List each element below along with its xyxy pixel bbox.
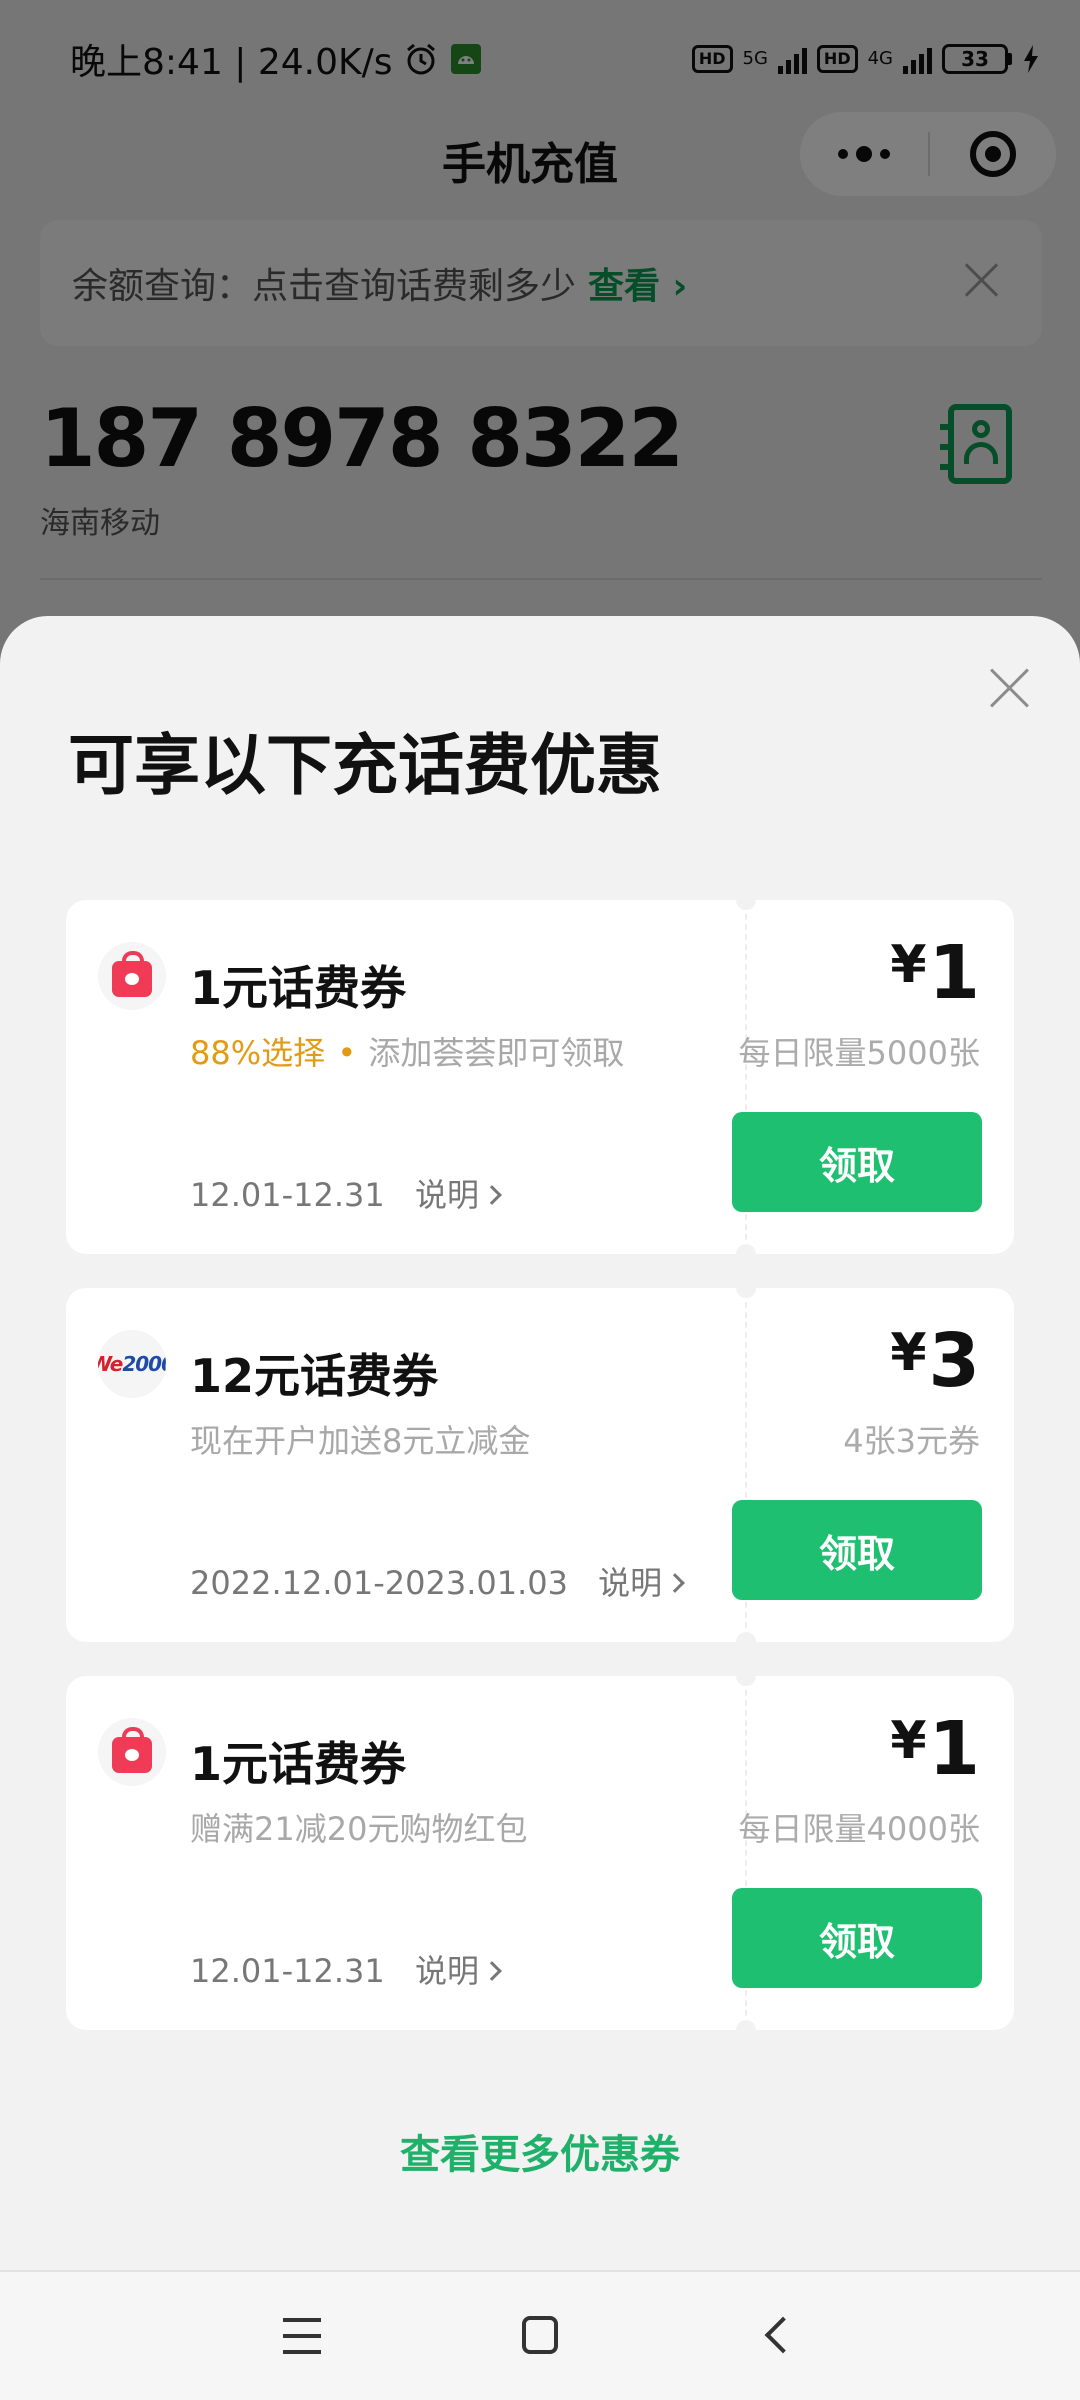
coupon-date: 2022.12.01-2023.01.03 (190, 1564, 568, 1602)
explain-link[interactable]: 说明 (415, 1952, 479, 1990)
close-icon[interactable] (990, 668, 1028, 706)
coupon-name: 1元话费券 (190, 961, 407, 1015)
coupon-price-value: 3 (928, 1318, 981, 1404)
coupon-card: 1元话费券 赠满21减20元购物红包 12.01-12.31 说明 ¥1 每日限… (66, 1666, 1014, 2040)
chevron-right-icon (665, 1573, 686, 1593)
more-coupons-link[interactable]: 查看更多优惠券 (0, 2122, 1080, 2180)
coupon-limit: 每日限量5000张 (738, 1034, 980, 1072)
we2000-logo-icon: We2000 (98, 1330, 166, 1398)
coupon-desc-text: 赠满21减20元购物红包 (190, 1810, 528, 1848)
explain-link[interactable]: 说明 (598, 1564, 662, 1602)
coupon-validity: 12.01-12.31 说明 (190, 1170, 502, 1216)
coupon-description: 赠满21减20元购物红包 (190, 1804, 527, 1850)
currency-symbol: ¥ (890, 1711, 927, 1771)
system-nav-bar (0, 2270, 1080, 2400)
logo-text-2000: 2000 (122, 1352, 166, 1376)
claim-button[interactable]: 领取 (732, 1112, 982, 1212)
back-icon[interactable] (764, 2316, 802, 2354)
chevron-right-icon (482, 1961, 502, 1981)
coupon-price: ¥3 (890, 1324, 980, 1398)
coupon-date: 12.01-12.31 (190, 1952, 385, 1990)
coupon-price-value: 1 (928, 930, 981, 1016)
menu-icon[interactable] (283, 2318, 321, 2354)
coupon-desc-text: 添加荟荟即可领取 (368, 1034, 625, 1072)
home-icon[interactable] (522, 2316, 558, 2354)
coupon-limit: 4张3元券 (843, 1422, 980, 1460)
currency-symbol: ¥ (890, 935, 927, 995)
logo-text-we: We (98, 1352, 123, 1376)
coupon-date: 12.01-12.31 (190, 1176, 385, 1214)
coupon-price: ¥1 (890, 1712, 980, 1786)
currency-symbol: ¥ (890, 1323, 927, 1383)
coupon-limit: 每日限量4000张 (738, 1810, 980, 1848)
bullet-dot: • (337, 1034, 357, 1072)
coupon-validity: 2022.12.01-2023.01.03 说明 (190, 1558, 686, 1604)
shopping-bag-icon (98, 1718, 166, 1786)
coupon-desc-text: 现在开户加送8元立减金 (190, 1422, 531, 1460)
coupon-description: 88%选择 • 添加荟荟即可领取 (190, 1028, 624, 1074)
coupon-name: 12元话费券 (190, 1349, 439, 1403)
claim-button[interactable]: 领取 (732, 1500, 982, 1600)
coupon-name: 1元话费券 (190, 1737, 407, 1791)
sheet-title: 可享以下充话费优惠 (68, 727, 662, 804)
explain-link[interactable]: 说明 (415, 1176, 479, 1214)
chevron-right-icon (482, 1185, 502, 1205)
coupon-validity: 12.01-12.31 说明 (190, 1946, 502, 1992)
coupon-card: 1元话费券 88%选择 • 添加荟荟即可领取 12.01-12.31 说明 ¥1… (66, 890, 1014, 1264)
claim-button[interactable]: 领取 (732, 1888, 982, 1988)
coupon-card: We2000 12元话费券 现在开户加送8元立减金 2022.12.01-202… (66, 1278, 1014, 1652)
shopping-bag-icon (98, 942, 166, 1010)
coupon-price-value: 1 (928, 1706, 981, 1792)
coupon-price: ¥1 (890, 936, 980, 1010)
coupon-description: 现在开户加送8元立减金 (190, 1416, 530, 1462)
coupon-highlight: 88%选择 (190, 1034, 326, 1072)
